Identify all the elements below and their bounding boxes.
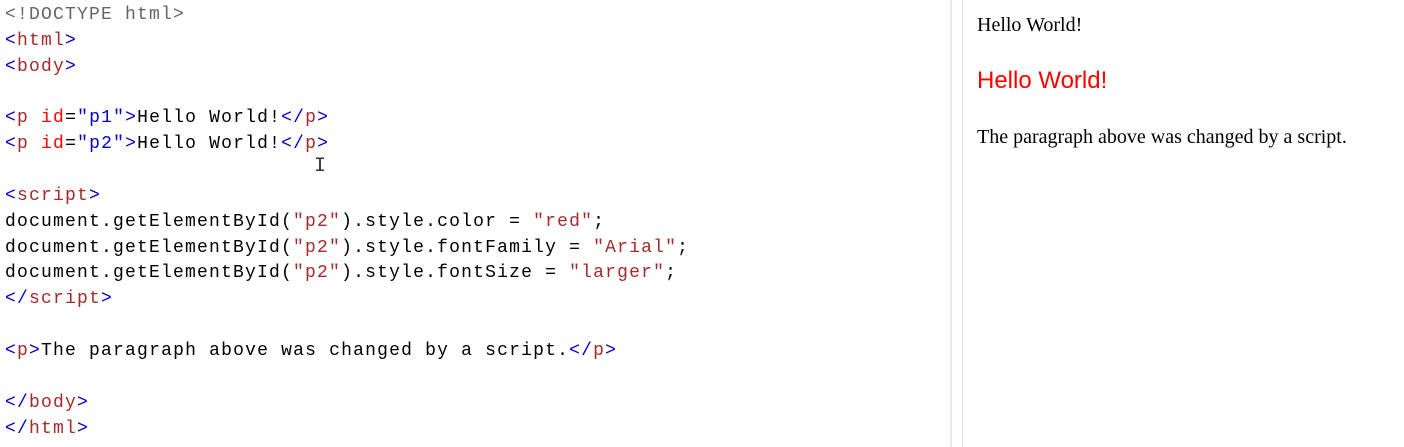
code-line[interactable]: <p id="p1">Hello World!</p> — [5, 106, 689, 132]
preview-paragraph-p2: Hello World! — [977, 67, 1108, 94]
code-line[interactable]: <body> — [5, 55, 689, 81]
code-token: ; — [593, 211, 606, 232]
code-token: > — [89, 185, 102, 206]
code-token: > — [77, 418, 90, 439]
code-token: ; — [665, 263, 678, 284]
code-token: > — [317, 134, 330, 155]
code-line[interactable]: </html> — [5, 417, 689, 443]
code-line[interactable] — [5, 365, 689, 391]
code-token: </ — [281, 134, 306, 155]
code-token: > — [125, 134, 138, 155]
code-token: </ — [5, 392, 30, 413]
code-token: < — [5, 108, 18, 129]
code-token: script — [17, 185, 90, 206]
code-token: "Arial" — [593, 237, 678, 258]
preview-paragraph-note: The paragraph above was changed by a scr… — [977, 126, 1347, 148]
code-token: ).style.fontSize = — [341, 263, 570, 284]
code-line[interactable]: <p id="p2">Hello World!</p> — [5, 132, 689, 158]
code-line[interactable] — [5, 81, 689, 107]
code-editor[interactable]: <!DOCTYPE html> <html> <body> <p id="p1">H… — [0, 0, 951, 447]
code-token: "larger" — [569, 263, 666, 284]
code-line[interactable]: </body> — [5, 391, 689, 417]
pane-border — [962, 0, 963, 447]
code-line[interactable]: <html> — [5, 29, 689, 55]
code-line[interactable]: document.getElementById("p2").style.font… — [5, 236, 689, 262]
code-token: p — [17, 134, 30, 155]
code-token: script — [29, 289, 102, 310]
code-token: document.getElementById( — [5, 211, 294, 232]
code-token: p — [305, 134, 318, 155]
code-token: < — [5, 185, 18, 206]
code-line[interactable]: document.getElementById("p2").style.colo… — [5, 210, 689, 236]
code-token: </ — [5, 418, 30, 439]
code-text[interactable]: <!DOCTYPE html> <html> <body> <p id="p1">H… — [5, 3, 689, 442]
code-token: "red" — [533, 211, 594, 232]
code-token: ).style.color = — [341, 211, 534, 232]
code-token: "p2" — [293, 211, 342, 232]
code-token: Hello World! — [137, 134, 282, 155]
pane-divider[interactable] — [950, 0, 952, 447]
code-line[interactable] — [5, 158, 689, 184]
code-token: > — [77, 392, 90, 413]
result-preview: Hello World! Hello World! The paragraph … — [977, 0, 1404, 447]
code-token: The paragraph above was changed by a scr… — [41, 340, 570, 361]
code-token: > — [101, 289, 114, 310]
code-token: </ — [5, 289, 30, 310]
code-token: body — [29, 392, 78, 413]
text-cursor-icon: I — [314, 155, 327, 178]
code-token: ).style.fontFamily = — [341, 237, 594, 258]
code-line[interactable]: <!DOCTYPE html> — [5, 3, 689, 29]
code-token: > — [29, 340, 42, 361]
code-token: < — [5, 30, 18, 51]
code-token: html — [29, 418, 78, 439]
code-token: <!DOCTYPE html> — [5, 5, 186, 25]
code-token: ; — [677, 237, 690, 258]
code-token: document.getElementById( — [5, 237, 294, 258]
code-token: > — [125, 108, 138, 129]
code-token: > — [65, 30, 78, 51]
code-token: < — [5, 340, 18, 361]
preview-paragraph-p1: Hello World! — [977, 14, 1083, 36]
code-token: id — [41, 134, 66, 155]
code-token: p — [17, 340, 30, 361]
code-line[interactable] — [5, 313, 689, 339]
code-line[interactable]: </script> — [5, 287, 689, 313]
code-token: > — [65, 56, 78, 77]
code-token: p — [305, 108, 318, 129]
code-token: > — [605, 340, 618, 361]
code-line[interactable]: document.getElementById("p2").style.font… — [5, 261, 689, 287]
code-token: "p2" — [293, 263, 342, 284]
code-token: = — [65, 134, 78, 155]
code-token: </ — [569, 340, 594, 361]
code-token: p — [593, 340, 606, 361]
code-token: </ — [281, 108, 306, 129]
code-token: "p2" — [77, 134, 126, 155]
code-token: document.getElementById( — [5, 263, 294, 284]
code-line[interactable]: <p>The paragraph above was changed by a … — [5, 339, 689, 365]
code-token: html — [17, 30, 66, 51]
code-token: Hello World! — [137, 108, 282, 129]
code-token: "p1" — [77, 108, 126, 129]
code-token: < — [5, 56, 18, 77]
code-token: = — [65, 108, 78, 129]
code-token: > — [317, 108, 330, 129]
code-line[interactable]: <script> — [5, 184, 689, 210]
code-token: p — [17, 108, 30, 129]
code-token: "p2" — [293, 237, 342, 258]
code-token: id — [41, 108, 66, 129]
code-token: < — [5, 134, 18, 155]
code-token: body — [17, 56, 66, 77]
